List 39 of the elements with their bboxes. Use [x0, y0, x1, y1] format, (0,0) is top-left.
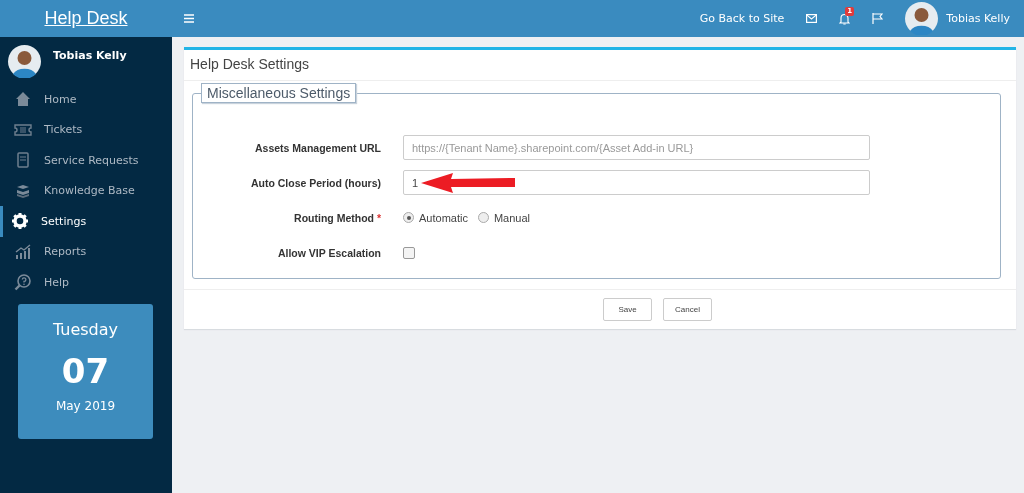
month-year: May 2019	[55, 398, 116, 413]
nav-item[interactable]: Service Requests	[0, 145, 172, 176]
user-name: Tobias Kelly	[53, 49, 127, 62]
field-label: Routing Method *	[293, 211, 381, 224]
weekday: Tuesday	[52, 319, 119, 339]
field-label: Auto Close Period (hours)	[249, 176, 381, 189]
document-icon	[14, 151, 32, 170]
radio-option[interactable]: Automatic	[403, 211, 468, 224]
nav-item[interactable]: Reports	[0, 236, 172, 267]
radio-button[interactable]	[403, 212, 414, 223]
menu-icon[interactable]	[184, 14, 194, 23]
field-label: Assets Management URL	[253, 141, 381, 154]
input-field[interactable]: 1	[403, 170, 870, 195]
nav-item[interactable]: Tickets	[0, 114, 172, 145]
field-label: Allow VIP Escalation	[276, 246, 381, 259]
help-icon	[14, 273, 32, 292]
settings-icon	[11, 212, 29, 231]
avatar	[905, 2, 939, 35]
cancel-button[interactable]: Cancel	[663, 298, 712, 321]
mail-icon[interactable]	[806, 14, 818, 23]
section-title: Miscellaneous Settings	[201, 83, 357, 103]
nav-item[interactable]: Settings	[0, 206, 172, 237]
home-icon	[14, 90, 32, 109]
nav-item[interactable]: Help	[0, 267, 172, 298]
nav-item[interactable]: Knowledge Base	[0, 175, 172, 206]
avatar	[8, 45, 41, 78]
back-link[interactable]: Go Back to Site	[699, 12, 785, 25]
nav-item[interactable]: Home	[0, 84, 172, 115]
day-number: 07	[61, 350, 110, 391]
save-button[interactable]: Save	[603, 298, 652, 321]
input-field[interactable]: https://{Tenant Name}.sharepoint.com/{Asset Add-in URL}	[403, 135, 870, 160]
panel-title: Help Desk Settings	[190, 56, 310, 72]
radio-option[interactable]: Manual	[477, 211, 530, 224]
user-name[interactable]: Tobias Kelly	[946, 12, 1010, 25]
radio-button[interactable]	[477, 212, 489, 223]
bell-icon[interactable]	[839, 12, 851, 25]
bar-chart-icon	[14, 242, 32, 261]
flag-icon[interactable]	[872, 13, 884, 24]
checkbox[interactable]	[403, 246, 415, 259]
